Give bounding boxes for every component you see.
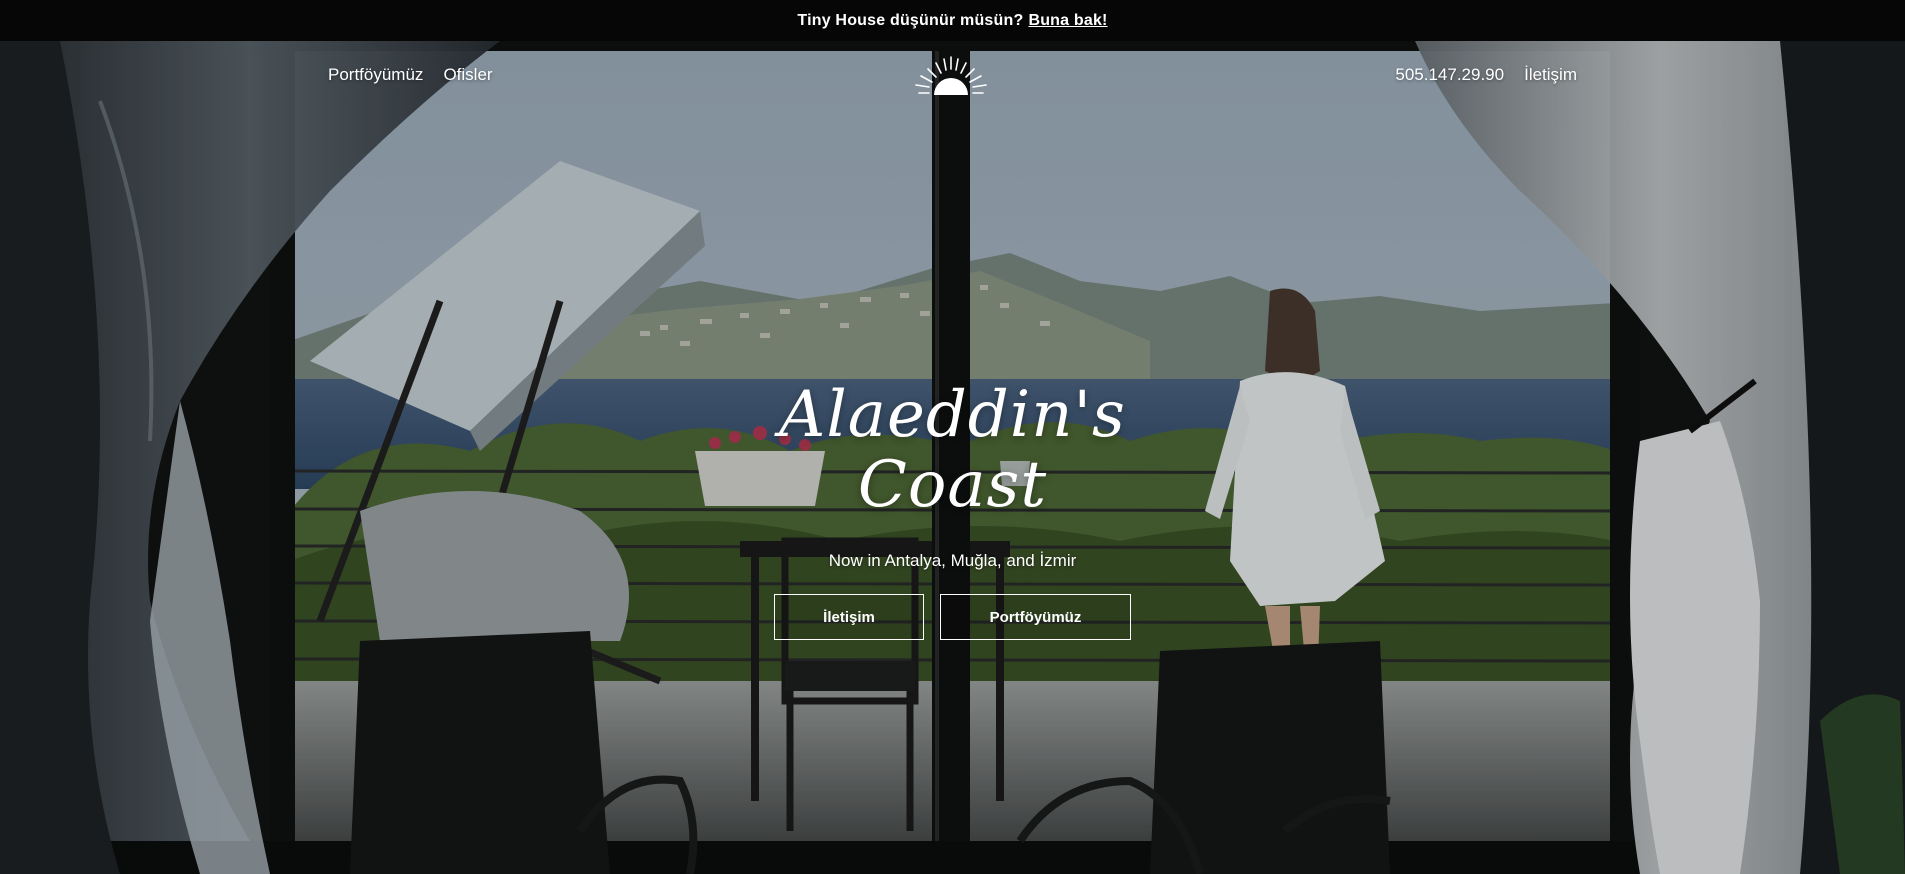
hero-title-line1: Alaeddin's [779, 378, 1126, 452]
hero-title: Alaeddin's Coast [0, 380, 1905, 520]
hero-subtitle: Now in Antalya, Muğla, and İzmir [828, 551, 1077, 570]
portfolio-button[interactable]: Portföyümüz [940, 594, 1131, 640]
nav-left: Portföyümüz Ofisler [328, 65, 493, 85]
hero-title-line2: Coast [857, 448, 1048, 522]
nav-link-offices[interactable]: Ofisler [443, 65, 492, 85]
hero-buttons: İletişim Portföyümüz [0, 594, 1905, 640]
contact-button[interactable]: İletişim [774, 594, 924, 640]
announcement-link[interactable]: Buna bak! [1028, 12, 1107, 30]
announcement-bar: Tiny House düşünür müsün? Buna bak! [0, 0, 1905, 41]
sunrise-logo-icon[interactable] [911, 55, 991, 101]
nav-link-portfolio[interactable]: Portföyümüz [328, 65, 423, 85]
announcement-text: Tiny House düşünür müsün? [797, 11, 1024, 29]
nav-link-contact[interactable]: İletişim [1524, 65, 1577, 85]
hero-content: Alaeddin's Coast Now in Antalya, Muğla, … [0, 380, 1905, 640]
nav-phone-link[interactable]: 505.147.29.90 [1395, 65, 1504, 85]
nav-right: 505.147.29.90 İletişim [1395, 65, 1577, 85]
